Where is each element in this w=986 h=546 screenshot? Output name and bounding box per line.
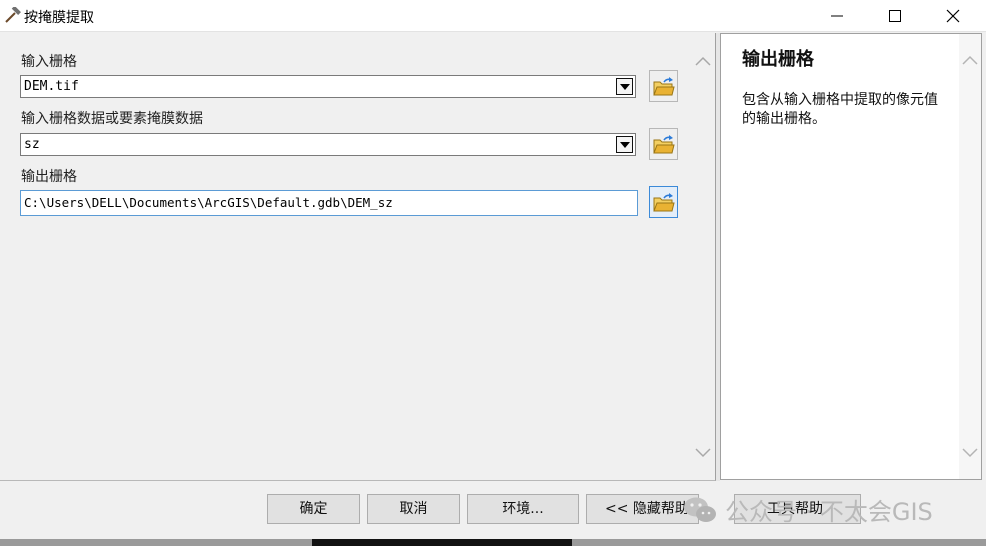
chevron-down-icon[interactable] <box>960 442 980 462</box>
minimize-icon <box>831 15 843 17</box>
cancel-button[interactable]: 取消 <box>367 494 460 524</box>
background-strip <box>0 539 986 546</box>
help-title: 输出栅格 <box>742 49 814 70</box>
input-raster-browse-button[interactable] <box>649 70 678 102</box>
chevron-up-icon[interactable] <box>960 51 980 71</box>
help-pane: 输出栅格 包含从输入栅格中提取的像元值的输出栅格。 <box>720 33 982 480</box>
mask-browse-button[interactable] <box>649 128 678 160</box>
chevron-up-icon[interactable] <box>693 52 713 72</box>
ok-button[interactable]: 确定 <box>267 494 360 524</box>
background-dark-region <box>312 539 572 546</box>
wechat-icon <box>683 496 719 530</box>
open-folder-icon <box>653 135 675 154</box>
close-button[interactable] <box>924 0 982 31</box>
close-icon <box>946 9 960 23</box>
environments-button[interactable]: 环境... <box>467 494 579 524</box>
mask-value: sz <box>24 137 40 152</box>
mask-label: 输入栅格数据或要素掩膜数据 <box>21 111 203 127</box>
chevron-down-icon <box>620 84 630 90</box>
maximize-button[interactable] <box>866 0 924 31</box>
dropdown-button[interactable] <box>616 78 633 95</box>
help-text: 包含从输入栅格中提取的像元值的输出栅格。 <box>742 92 938 127</box>
open-folder-icon <box>653 193 675 212</box>
hammer-icon <box>4 5 22 25</box>
help-scrollbar[interactable] <box>959 34 981 479</box>
input-raster-combo[interactable]: DEM.tif <box>20 75 636 98</box>
maximize-icon <box>889 10 901 22</box>
mask-combo[interactable]: sz <box>20 133 636 156</box>
watermark-text: 公众号 · 不太会GIS <box>725 498 933 526</box>
input-raster-label: 输入栅格 <box>21 54 77 70</box>
output-raster-value: C:\Users\DELL\Documents\ArcGIS\Default.g… <box>24 195 393 210</box>
minimize-button[interactable] <box>808 0 866 31</box>
parameters-pane: 输入栅格 DEM.tif 输入栅格数据或要素掩膜数据 sz 输出栅格 C:\Us… <box>0 33 716 481</box>
input-raster-value: DEM.tif <box>24 79 79 94</box>
output-raster-browse-button[interactable] <box>649 186 678 218</box>
title-bar: 按掩膜提取 <box>0 0 986 32</box>
chevron-down-icon[interactable] <box>693 442 713 462</box>
output-raster-label: 输出栅格 <box>21 169 77 185</box>
window-title: 按掩膜提取 <box>24 10 94 26</box>
dropdown-button[interactable] <box>616 136 633 153</box>
open-folder-icon <box>653 77 675 96</box>
output-raster-field[interactable]: C:\Users\DELL\Documents\ArcGIS\Default.g… <box>20 190 638 216</box>
chevron-down-icon <box>620 142 630 148</box>
